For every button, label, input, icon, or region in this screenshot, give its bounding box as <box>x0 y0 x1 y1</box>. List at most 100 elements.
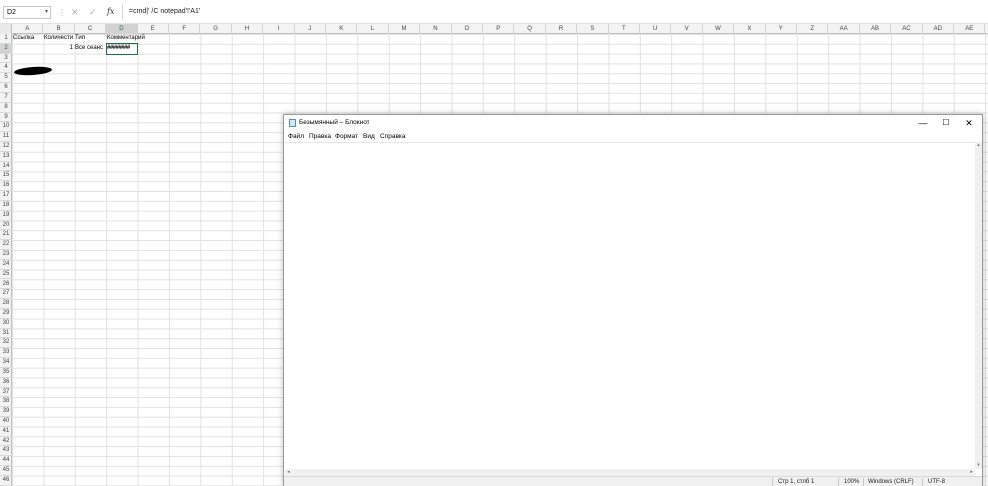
column-header[interactable]: Q <box>514 24 546 34</box>
row-header[interactable]: 1 <box>0 34 12 44</box>
row-header[interactable]: 44 <box>0 456 12 467</box>
row-header[interactable]: 17 <box>0 191 12 201</box>
row-header[interactable]: 15 <box>0 171 12 182</box>
row-header[interactable]: 46 <box>0 476 12 486</box>
column-header[interactable]: M <box>389 24 421 34</box>
column-header[interactable]: B <box>43 24 75 34</box>
column-header[interactable]: AA <box>828 24 860 34</box>
column-header[interactable]: I <box>263 24 295 34</box>
row-header[interactable]: 33 <box>0 348 12 359</box>
menu-view[interactable]: Вид <box>363 131 375 142</box>
column-header[interactable]: O <box>452 24 483 34</box>
row-header[interactable]: 28 <box>0 299 12 309</box>
scroll-left-icon[interactable]: ◂ <box>285 469 292 476</box>
row-header[interactable]: 27 <box>0 289 12 300</box>
column-header[interactable]: AE <box>954 24 986 34</box>
row-header[interactable]: 39 <box>0 407 12 417</box>
row-header[interactable]: 41 <box>0 427 12 437</box>
row-header[interactable]: 11 <box>0 132 12 142</box>
row-header[interactable]: 23 <box>0 250 12 260</box>
horizontal-scrollbar[interactable]: ◂ ▸ <box>285 469 975 476</box>
row-header[interactable]: 36 <box>0 378 12 388</box>
row-header[interactable]: 45 <box>0 466 12 476</box>
cancel-icon[interactable]: ✕ <box>71 6 79 18</box>
column-header[interactable]: A <box>12 24 44 34</box>
column-header[interactable]: F <box>169 24 201 34</box>
row-header[interactable]: 42 <box>0 437 12 447</box>
column-header[interactable]: T <box>609 24 640 34</box>
notepad-text-area[interactable] <box>285 142 975 479</box>
row-header[interactable]: 19 <box>0 211 12 221</box>
row-header[interactable]: 34 <box>0 358 12 368</box>
notepad-title-bar[interactable]: Безымянный – Блокнот — ☐ ✕ <box>284 115 982 131</box>
column-header[interactable]: L <box>357 24 389 34</box>
row-header[interactable]: 2 <box>0 43 12 54</box>
menu-help[interactable]: Справка <box>380 131 406 142</box>
insert-function-icon[interactable]: fx <box>107 6 114 18</box>
row-header[interactable]: 18 <box>0 201 12 211</box>
maximize-icon[interactable]: ☐ <box>935 115 957 131</box>
column-header[interactable]: C <box>75 24 107 34</box>
column-header[interactable]: N <box>420 24 452 34</box>
menu-format[interactable]: Формат <box>335 131 358 142</box>
row-header[interactable]: 13 <box>0 152 12 162</box>
row-header[interactable]: 22 <box>0 240 12 251</box>
row-header[interactable]: 40 <box>0 417 12 427</box>
scroll-up-icon[interactable]: ▴ <box>975 142 982 149</box>
column-header[interactable]: AC <box>891 24 923 34</box>
formula-input[interactable]: =cmd|' /C notepad'!'A1' <box>122 4 988 20</box>
row-header[interactable]: 8 <box>0 103 12 113</box>
vertical-scrollbar[interactable]: ▴ ▾ <box>975 142 982 469</box>
enter-icon[interactable]: ✓ <box>89 6 97 18</box>
row-header[interactable]: 5 <box>0 73 12 84</box>
row-header[interactable]: 20 <box>0 221 12 231</box>
column-header[interactable]: H <box>232 24 264 34</box>
column-header[interactable]: Z <box>797 24 829 34</box>
row-header[interactable]: 31 <box>0 329 12 339</box>
menu-file[interactable]: Файл <box>288 131 304 142</box>
column-header[interactable]: D <box>106 24 138 34</box>
column-header[interactable]: U <box>640 24 672 34</box>
row-header[interactable]: 7 <box>0 93 12 103</box>
cell-d1[interactable]: Комментарий <box>107 34 167 44</box>
row-header[interactable]: 32 <box>0 338 12 349</box>
select-all-corner[interactable] <box>0 24 12 34</box>
row-header[interactable]: 14 <box>0 162 12 172</box>
cell-c1[interactable]: Тип <box>75 34 105 44</box>
row-header[interactable]: 37 <box>0 388 12 398</box>
row-header[interactable]: 10 <box>0 122 12 133</box>
chevron-down-icon[interactable]: ▾ <box>45 7 48 18</box>
minimize-icon[interactable]: — <box>912 115 934 131</box>
close-icon[interactable]: ✕ <box>958 115 980 131</box>
name-box[interactable]: D2 ▾ <box>3 6 51 19</box>
menu-edit[interactable]: Правка <box>309 131 331 142</box>
row-header[interactable]: 26 <box>0 280 12 290</box>
row-header[interactable]: 43 <box>0 446 12 457</box>
row-header[interactable]: 38 <box>0 397 12 408</box>
column-header[interactable]: J <box>295 24 326 34</box>
cell-a1[interactable]: Ссылка <box>13 34 43 44</box>
scroll-down-icon[interactable]: ▾ <box>975 462 982 469</box>
column-header[interactable]: X <box>734 24 766 34</box>
scroll-right-icon[interactable]: ▸ <box>968 469 975 476</box>
cell-d2[interactable]: ######## <box>106 42 138 55</box>
cell-b1[interactable]: Количести <box>44 34 74 44</box>
row-header[interactable]: 24 <box>0 260 12 270</box>
row-header[interactable]: 3 <box>0 54 12 64</box>
cell-c2[interactable]: Все сеанс <box>75 44 106 54</box>
row-header[interactable]: 4 <box>0 63 12 74</box>
cell-b2[interactable]: 1 <box>44 44 74 54</box>
column-header[interactable]: K <box>326 24 358 34</box>
column-header[interactable]: S <box>577 24 609 34</box>
column-header[interactable]: V <box>671 24 703 34</box>
row-header[interactable]: 30 <box>0 319 12 329</box>
row-header[interactable]: 6 <box>0 83 12 93</box>
column-header[interactable]: W <box>703 24 735 34</box>
column-header[interactable]: G <box>200 24 232 34</box>
column-header[interactable]: AD <box>923 24 954 34</box>
column-header[interactable]: E <box>138 24 169 34</box>
row-header[interactable]: 12 <box>0 142 12 152</box>
row-header[interactable]: 25 <box>0 270 12 280</box>
row-header[interactable]: 16 <box>0 181 12 192</box>
row-header[interactable]: 9 <box>0 113 12 123</box>
